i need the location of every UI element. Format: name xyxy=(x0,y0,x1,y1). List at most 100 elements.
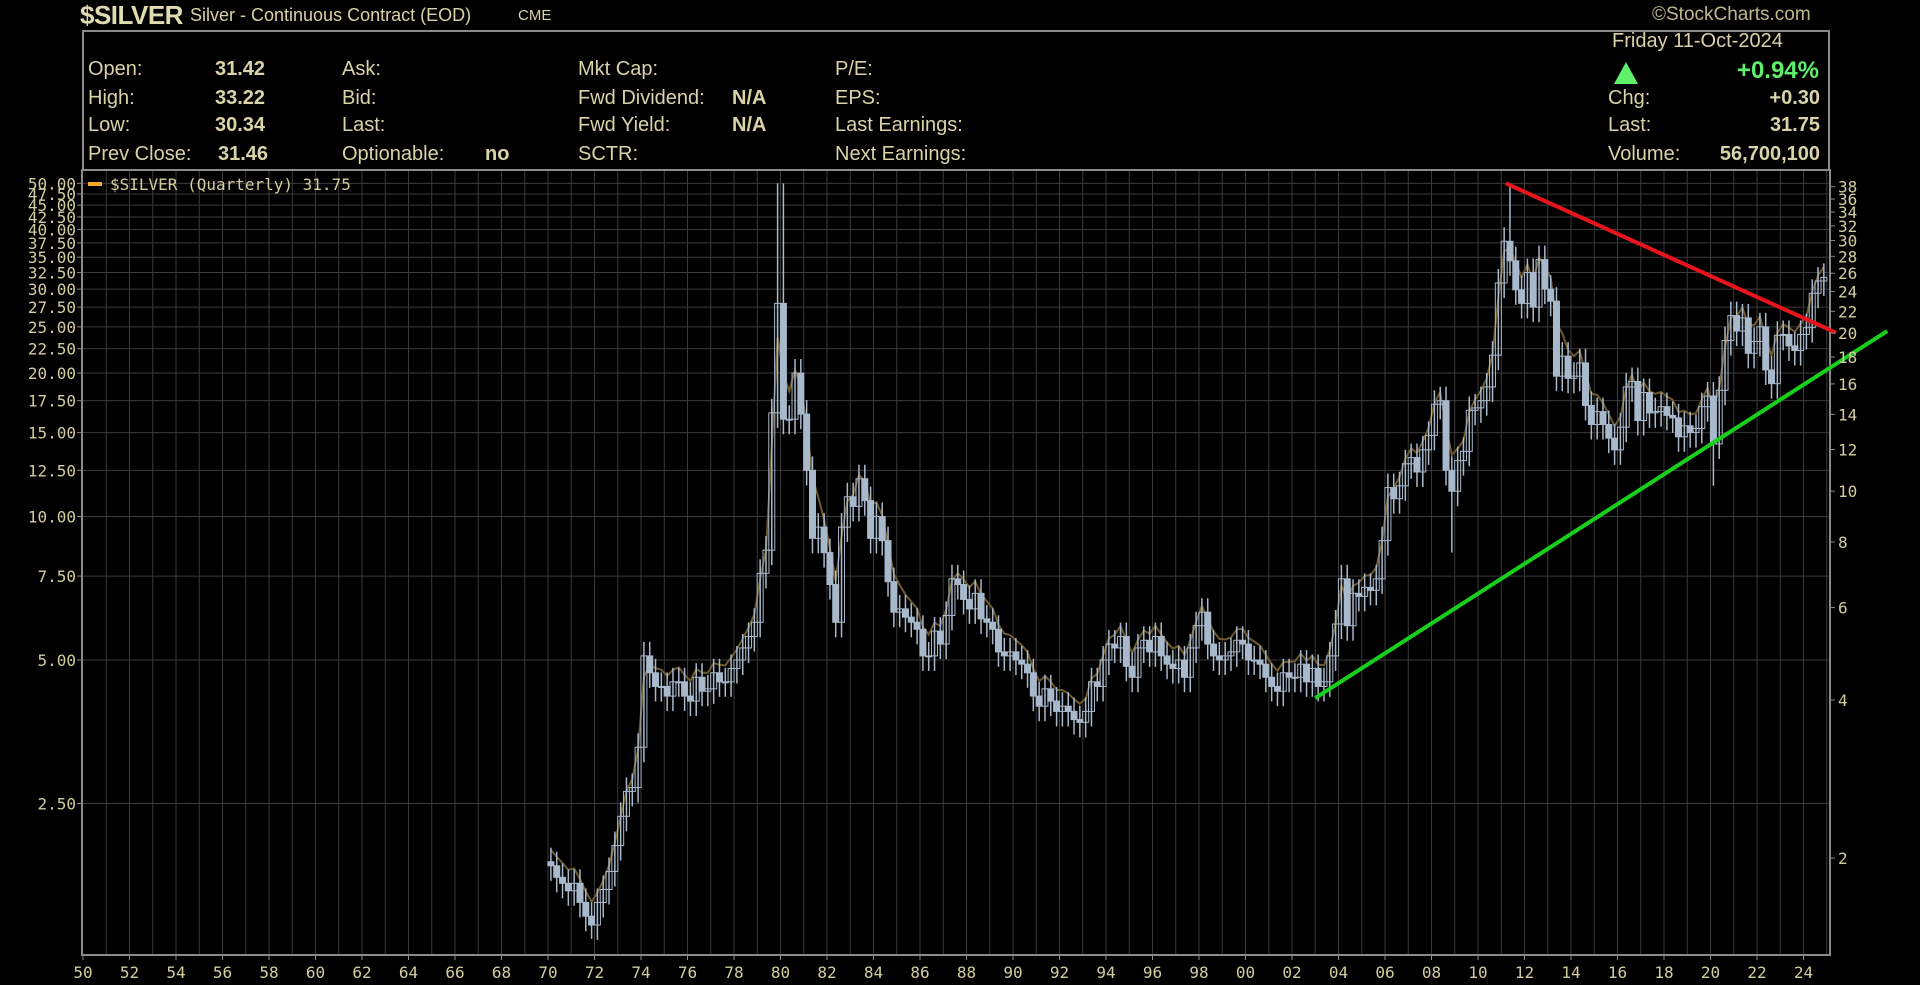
price-bar-body xyxy=(1564,355,1572,379)
price-bar-body xyxy=(989,621,997,630)
x-tick-label: 68 xyxy=(492,963,511,982)
price-bar-body xyxy=(1076,719,1084,723)
right-tick-label: 12 xyxy=(1838,441,1857,460)
x-tick-label: 22 xyxy=(1747,963,1766,982)
price-bar-body xyxy=(1552,300,1560,377)
left-tick-label: 30.00 xyxy=(28,280,76,299)
x-tick-label: 20 xyxy=(1701,963,1720,982)
x-tick-label: 10 xyxy=(1468,963,1487,982)
price-bar-body xyxy=(1268,676,1276,687)
price-bar-body xyxy=(1291,676,1299,679)
left-tick-label: 22.50 xyxy=(28,340,76,359)
price-bar-body xyxy=(1605,423,1613,439)
right-tick-label: 16 xyxy=(1838,375,1857,394)
x-tick-label: 06 xyxy=(1375,963,1394,982)
left-tick-label: 2.50 xyxy=(37,794,76,813)
price-bar-body xyxy=(803,413,811,471)
support-trendline xyxy=(1314,329,1889,700)
right-tick-label: 18 xyxy=(1838,348,1857,367)
x-tick-label: 60 xyxy=(306,963,325,982)
x-tick-label: 04 xyxy=(1329,963,1348,982)
left-tick-label: 10.00 xyxy=(28,508,76,527)
price-bar-body xyxy=(1390,487,1398,500)
x-tick-label: 50 xyxy=(73,963,92,982)
price-bar-body xyxy=(1047,688,1055,702)
price-bar-body xyxy=(698,676,706,692)
right-tick-label: 26 xyxy=(1838,264,1857,283)
price-bar-body xyxy=(1518,289,1526,304)
price-bar-body xyxy=(890,581,898,613)
price-bar-body xyxy=(1709,395,1717,445)
price-bar-body xyxy=(1663,406,1671,416)
x-tick-label: 00 xyxy=(1236,963,1255,982)
price-bar-body xyxy=(1768,369,1776,385)
price-bar-body xyxy=(1204,611,1212,645)
price-bar-body xyxy=(588,915,596,926)
price-bar-body xyxy=(675,681,683,684)
price-bar-body xyxy=(1169,663,1177,669)
price-bar-body xyxy=(1791,345,1799,352)
x-tick-label: 78 xyxy=(724,963,743,982)
price-bar-body xyxy=(1448,469,1456,492)
right-tick-label: 6 xyxy=(1838,599,1848,618)
price-bar-body xyxy=(1000,651,1008,657)
price-bar-body xyxy=(715,672,723,683)
price-bar-body xyxy=(1634,380,1642,422)
price-bar-body xyxy=(1733,315,1741,332)
price-bar-body xyxy=(1111,643,1119,649)
right-tick-label: 4 xyxy=(1838,691,1848,710)
axis-ticks: 50 52 54 56 58 60 62 64 66 68 70 72 74 76 78 80 82 84 86 88… xyxy=(28,174,1857,982)
right-tick-label: 2 xyxy=(1838,849,1848,868)
price-bar-body xyxy=(1413,456,1421,473)
price-bar-body xyxy=(977,592,985,620)
left-tick-label: 12.50 xyxy=(28,461,76,480)
left-tick-label: 15.00 xyxy=(28,424,76,443)
right-tick-label: 8 xyxy=(1838,533,1848,552)
price-bar-body xyxy=(564,882,572,892)
price-bar-body xyxy=(913,621,921,630)
price-bar-body xyxy=(576,882,584,903)
x-tick-label: 84 xyxy=(864,963,883,982)
x-tick-label: 98 xyxy=(1189,963,1208,982)
price-bar-body xyxy=(1599,411,1607,425)
price-bar-body xyxy=(1215,655,1223,661)
price-bar-body xyxy=(1506,240,1514,262)
x-tick-label: 72 xyxy=(585,963,604,982)
price-bar-body xyxy=(1093,681,1101,687)
price-bar-body xyxy=(1024,663,1032,674)
price-bar-body xyxy=(553,865,561,878)
price-bar-body xyxy=(901,608,909,618)
x-tick-label: 86 xyxy=(910,963,929,982)
x-tick-label: 14 xyxy=(1561,963,1580,982)
x-tick-label: 58 xyxy=(259,963,278,982)
price-bar-body xyxy=(936,630,944,645)
price-bar-body xyxy=(994,628,1002,653)
price-bar-body xyxy=(1256,659,1264,665)
price-bar-body xyxy=(582,901,590,917)
price-bar-body xyxy=(925,655,933,658)
price-bar-body xyxy=(1547,288,1555,302)
price-bar-body xyxy=(1012,651,1020,661)
x-tick-label: 56 xyxy=(213,963,232,982)
grid-lines xyxy=(82,170,1830,955)
left-tick-label: 27.50 xyxy=(28,298,76,317)
chart-legend: $SILVER (Quarterly) 31.75 xyxy=(88,175,351,194)
price-bar-body xyxy=(1314,667,1322,687)
price-bar-body xyxy=(861,478,869,502)
price-bar-body xyxy=(1035,695,1043,707)
x-tick-label: 18 xyxy=(1654,963,1673,982)
price-bar-body xyxy=(1366,586,1374,591)
price-bar-body xyxy=(1070,710,1078,721)
price-bar-body xyxy=(832,584,840,623)
price-bar-body xyxy=(1541,259,1549,290)
legend-label: $SILVER (Quarterly) 31.75 xyxy=(110,175,351,194)
price-bar-body xyxy=(1122,636,1130,667)
right-tick-label: 24 xyxy=(1838,282,1857,301)
x-tick-label: 92 xyxy=(1050,963,1069,982)
price-bar-body xyxy=(1355,592,1363,597)
price-bar-body xyxy=(808,469,816,539)
price-bar-body xyxy=(1029,672,1037,697)
left-tick-label: 7.50 xyxy=(37,567,76,586)
left-tick-label: 25.00 xyxy=(28,318,76,337)
right-tick-label: 20 xyxy=(1838,324,1857,343)
